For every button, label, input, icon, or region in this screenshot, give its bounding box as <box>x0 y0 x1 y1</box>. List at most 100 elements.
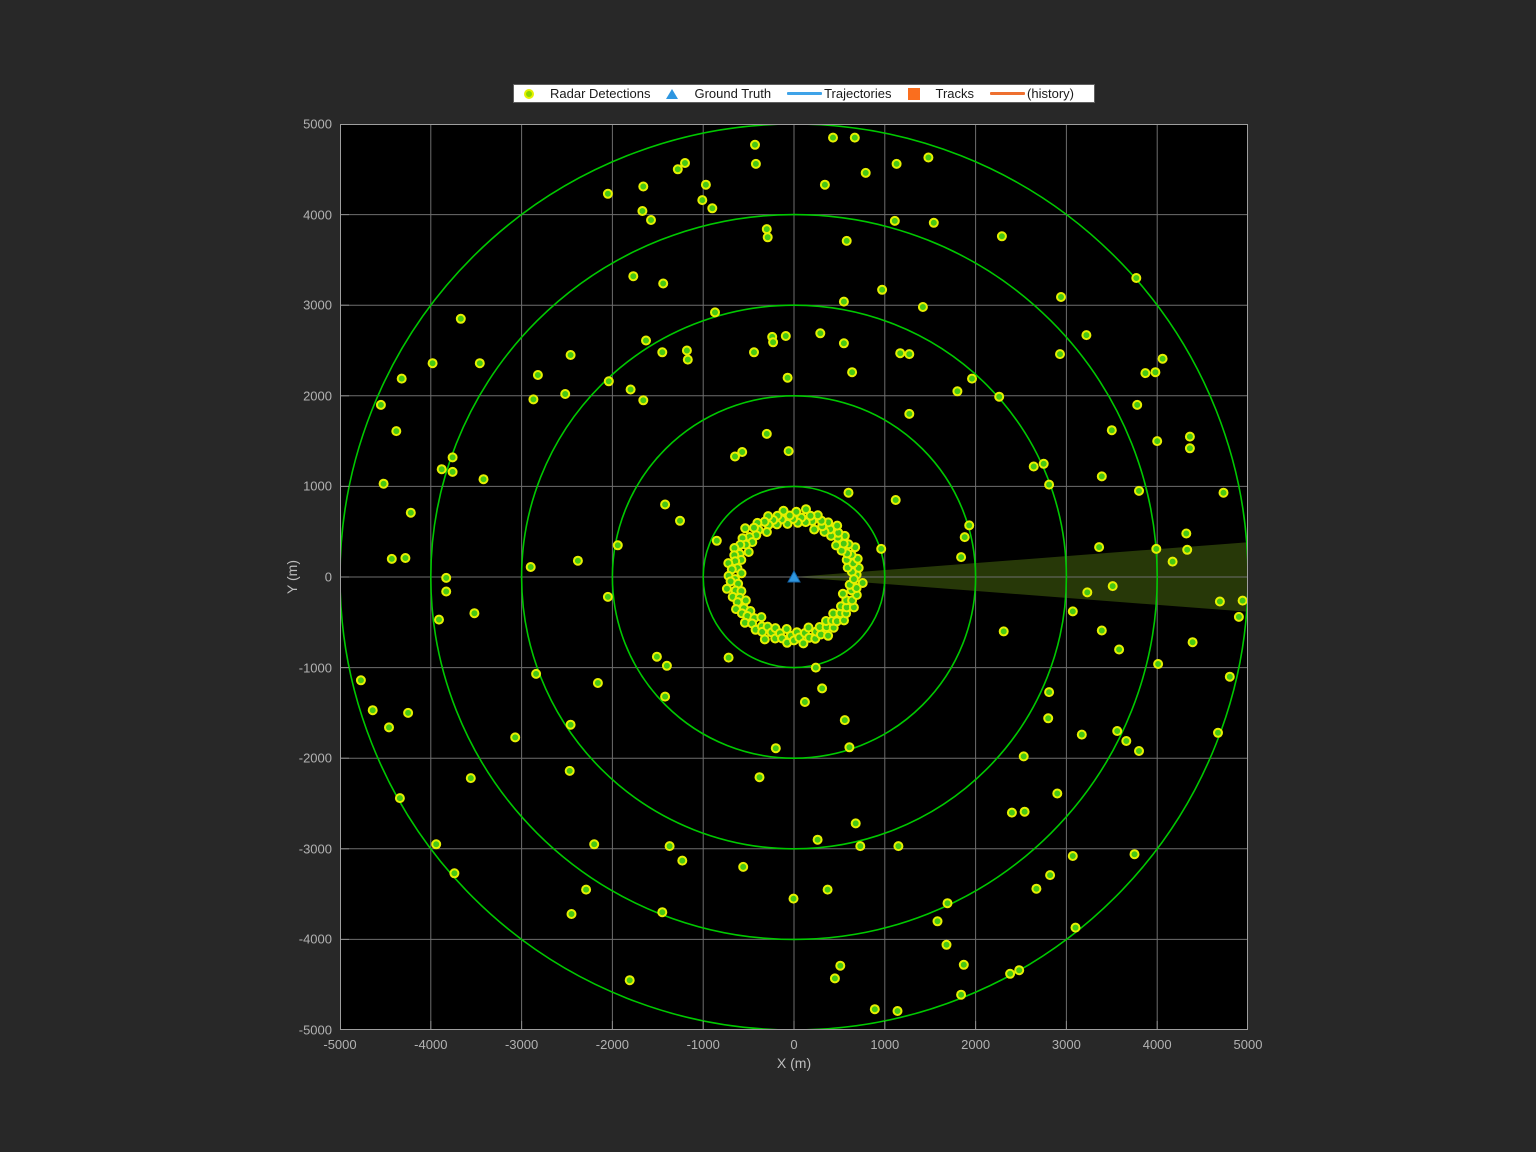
detection-dot <box>1159 355 1167 363</box>
detection-dot <box>741 524 749 532</box>
detection-dot <box>878 286 886 294</box>
detection-dot <box>467 774 475 782</box>
x-tick-label: 4000 <box>1143 1037 1172 1052</box>
detection-dot <box>1053 790 1061 798</box>
x-tick-label: -5000 <box>323 1037 356 1052</box>
detection-dot <box>1122 737 1130 745</box>
detection-dot <box>750 348 758 356</box>
detection-dot <box>745 548 753 556</box>
legend-label: Ground Truth <box>694 86 771 101</box>
x-axis-label: X (m) <box>340 1055 1248 1071</box>
line-swatch-icon <box>787 92 822 95</box>
x-tick-label: 2000 <box>961 1037 990 1052</box>
detection-dot <box>661 693 669 701</box>
detection-dot <box>1095 543 1103 551</box>
legend-item-ground-truth[interactable]: Ground Truth <box>666 86 771 101</box>
detection-dot <box>831 974 839 982</box>
detection-dot <box>435 616 443 624</box>
detection-dot <box>1216 598 1224 606</box>
detection-dot <box>871 1005 879 1013</box>
legend-item-history[interactable]: (history) <box>990 86 1074 101</box>
legend-label: Radar Detections <box>550 86 650 101</box>
detection-dot <box>561 390 569 398</box>
y-tick-label: -3000 <box>272 841 332 856</box>
detection-dot <box>432 840 440 848</box>
detection-dot <box>816 329 824 337</box>
detection-dot <box>1057 293 1065 301</box>
detection-dot <box>658 908 666 916</box>
detection-dot <box>629 272 637 280</box>
y-tick-label: 4000 <box>272 207 332 222</box>
legend-item-tracks[interactable]: Tracks <box>908 86 975 101</box>
y-tick-label: -4000 <box>272 932 332 947</box>
detection-dot <box>725 654 733 662</box>
detection-dot <box>1032 885 1040 893</box>
detection-dot <box>429 359 437 367</box>
detection-dot <box>1040 460 1048 468</box>
detection-dot <box>534 371 542 379</box>
legend-label: (history) <box>1027 86 1074 101</box>
detection-dot <box>1153 437 1161 445</box>
detection-dot <box>566 767 574 775</box>
legend-item-trajectories[interactable]: Trajectories <box>787 86 891 101</box>
detection-dot <box>1006 970 1014 978</box>
detection-dot <box>843 237 851 245</box>
detection-dot <box>968 375 976 383</box>
detection-dot <box>1109 582 1117 590</box>
detection-dot <box>1151 368 1159 376</box>
detection-dot <box>1069 852 1077 860</box>
detection-dot <box>1015 966 1023 974</box>
legend-label: Trajectories <box>824 86 891 101</box>
detection-dot <box>674 165 682 173</box>
detection-dot <box>627 386 635 394</box>
detection-dot <box>1214 729 1222 737</box>
x-tick-label: -4000 <box>414 1037 447 1052</box>
detection-dot <box>1115 646 1123 654</box>
detection-dot <box>1154 660 1162 668</box>
detection-dot <box>532 670 540 678</box>
x-tick-label: -2000 <box>596 1037 629 1052</box>
detection-dot <box>1226 673 1234 681</box>
detection-dot <box>894 842 902 850</box>
x-tick-label: 1000 <box>870 1037 899 1052</box>
detection-dot <box>604 190 612 198</box>
detection-dot <box>739 863 747 871</box>
detection-dot <box>1098 627 1106 635</box>
detection-dot <box>449 453 457 461</box>
y-tick-label: -2000 <box>272 751 332 766</box>
detection-dot <box>824 886 832 894</box>
detection-dot <box>829 134 837 142</box>
detection-dot <box>892 496 900 504</box>
detection-dot <box>614 541 622 549</box>
detection-dot <box>639 396 647 404</box>
detection-dot <box>659 280 667 288</box>
detection-dot <box>1045 688 1053 696</box>
detection-dot <box>638 207 646 215</box>
detection-dot <box>957 553 965 561</box>
y-axis-label: Y (m) <box>284 547 300 607</box>
detection-dot <box>1113 727 1121 735</box>
detection-dot <box>810 526 818 534</box>
legend-item-radar-detections[interactable]: Radar Detections <box>524 86 650 101</box>
detection-dot <box>905 350 913 358</box>
detection-dot <box>647 216 655 224</box>
radar-plot-canvas <box>340 124 1248 1030</box>
detection-dot <box>723 585 731 593</box>
detection-dot <box>862 169 870 177</box>
detection-dot <box>919 303 927 311</box>
detection-dot <box>407 509 415 517</box>
detection-dot <box>684 356 692 364</box>
detection-dot <box>840 339 848 347</box>
detection-dot <box>1045 481 1053 489</box>
detection-dot <box>764 233 772 241</box>
detection-dot <box>1078 731 1086 739</box>
x-tick-label: -1000 <box>687 1037 720 1052</box>
detection-dot <box>1169 558 1177 566</box>
x-tick-label: 5000 <box>1234 1037 1263 1052</box>
detection-dot <box>998 232 1006 240</box>
detection-dot <box>450 869 458 877</box>
detection-dot <box>1186 433 1194 441</box>
detection-dot <box>1141 369 1149 377</box>
x-tick-label: 3000 <box>1052 1037 1081 1052</box>
detection-dot <box>1132 274 1140 282</box>
